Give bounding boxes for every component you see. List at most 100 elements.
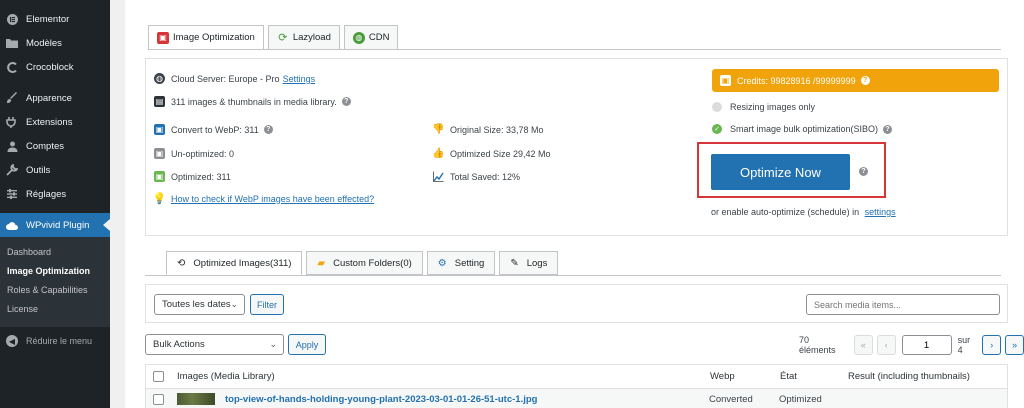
help-icon[interactable]: ? [341,97,351,106]
column-header-webp: Webp [710,371,735,382]
sidebar-item-label: Comptes [26,140,65,152]
help-icon[interactable]: ? [860,76,870,85]
globe-icon: ◍ [352,31,365,44]
sidebar-item-modeles[interactable]: Modèles [0,31,110,55]
chevron-down-icon: ⌄ [230,299,238,309]
sidebar-item-label: Crocoblock [26,61,74,73]
table-header: Images (Media Library) Webp État Result … [146,365,1007,389]
current-page-input[interactable] [901,335,952,355]
sidebar-item-comptes[interactable]: Comptes [0,134,110,158]
globe-icon: ◍ [154,73,165,84]
sidebar-item-crocoblock[interactable]: Crocoblock [0,55,110,79]
last-page-button[interactable]: » [1005,335,1024,355]
search-input[interactable] [806,294,1000,315]
sidebar-item-outils[interactable]: Outils [0,158,110,182]
sidebar-item-wpvivid[interactable]: WPvivid Plugin [0,213,110,237]
tab-label: Custom Folders(0) [333,257,412,269]
settings-link[interactable]: Settings [283,74,316,84]
folder-icon: ▰ [317,257,326,269]
total-saved-text: Total Saved: 12% [450,171,521,182]
submenu-image-optimization[interactable]: Image Optimization [0,262,110,281]
date-filter-select[interactable]: Toutes les dates ⌄ [154,294,245,315]
apply-button[interactable]: Apply [288,334,326,355]
resizing-option[interactable]: Resizing images only [712,102,815,112]
original-size-row: 👎 Original Size: 33,78 Mo [432,124,543,135]
file-name-link[interactable]: top-view-of-hands-holding-young-plant-20… [225,394,709,405]
prev-page-button[interactable]: ‹ [876,335,896,355]
cloud-server-text: Cloud Server: Europe - Pro [171,73,280,84]
image-optimization-icon: ▣ [157,31,169,44]
submenu-roles-capabilities[interactable]: Roles & Capabilities [0,281,110,300]
plugin-icon [6,116,18,128]
refresh-icon: ⟳ [278,32,288,44]
tab-custom-folders[interactable]: ▰ Custom Folders(0) [306,251,423,275]
user-icon [6,140,18,152]
filter-button[interactable]: Filter [250,294,284,315]
tab-lazyload[interactable]: ⟳ Lazyload [267,25,340,50]
unoptimized-icon: ▣ [154,148,165,159]
sidebar-item-apparence[interactable]: Apparence [0,86,110,110]
sidebar-item-extensions[interactable]: Extensions [0,110,110,134]
column-header-images: Images (Media Library) [177,371,275,382]
collapse-arrow-icon: ◀ [6,335,18,347]
sidebar-item-label: Apparence [26,92,72,104]
media-table: Images (Media Library) Webp État Result … [145,364,1008,408]
sibo-option[interactable]: ✓ Smart image bulk optimization(SIBO) ? [712,124,893,134]
state-status: Optimized [779,393,822,405]
select-all-checkbox[interactable] [153,371,164,382]
credits-banner: ▣ Credits: 99828916 /99999999 ? [712,69,999,92]
gear-icon: ⚙ [437,257,447,269]
collapse-menu-label: Réduire le menu [26,336,93,346]
tab-setting[interactable]: ⚙ Setting [426,251,496,275]
crocoblock-icon [6,61,18,73]
bulk-actions-select[interactable]: Bulk Actions ⌄ [145,334,284,355]
webp-row: ▣ Convert to WebP: 311 ? [154,124,273,135]
page-total: sur 4 [957,335,971,355]
elementor-icon [6,13,18,25]
total-saved-row: Total Saved: 12% [433,171,520,182]
thumbs-up-icon: 👍 [432,148,445,159]
submenu-license[interactable]: License [0,300,110,319]
sidebar-item-label: Réglages [26,188,67,200]
unoptimized-row: ▣ Un-optimized: 0 [154,148,234,159]
optimized-size-text: Optimized Size 29,42 Mo [450,148,551,159]
folder-icon [6,37,18,49]
sibo-label: Smart image bulk optimization(SIBO) [730,124,879,134]
first-page-button[interactable]: « [853,335,873,355]
webp-check-link[interactable]: How to check if WebP images have been ef… [171,194,374,204]
column-header-result: Result (including thumbnails) [848,371,970,382]
optimize-now-button[interactable]: Optimize Now [711,154,850,190]
tab-optimized-images[interactable]: ⟲ Optimized Images(311) [166,251,303,275]
thumbs-down-icon: 👎 [432,124,445,135]
schedule-settings-link[interactable]: settings [865,207,896,217]
row-checkbox[interactable] [153,393,164,405]
sidebar-item-label: Modèles [26,37,62,49]
top-tabs: ▣ Image Optimization ⟳ Lazyload ◍ CDN [148,25,399,50]
schedule-text: or enable auto-optimize (schedule) in se… [711,207,896,217]
images-icon: ▤ [154,96,165,107]
help-icon[interactable]: ? [883,124,893,134]
submenu-dashboard[interactable]: Dashboard [0,243,110,262]
sidebar-item-label: WPvivid Plugin [26,219,90,231]
optimized-size-row: 👍 Optimized Size 29,42 Mo [432,148,551,159]
tab-image-optimization[interactable]: ▣ Image Optimization [148,25,264,50]
collapse-menu-button[interactable]: ◀ Réduire le menu [0,327,110,355]
pagination: 70 éléments « ‹ sur 4 › » [799,335,1024,355]
webp-status: Converted [709,393,753,405]
next-page-button[interactable]: › [982,335,1002,355]
credits-text: Credits: 99828916 /99999999 [737,75,856,86]
help-icon[interactable]: ? [263,125,273,134]
tab-label: Optimized Images(311) [193,257,292,269]
webp-icon: ▣ [154,124,165,135]
tab-logs[interactable]: ✎ Logs [499,251,559,275]
tab-cdn[interactable]: ◍ CDN [343,25,399,50]
admin-sidebar: Elementor Modèles Crocoblock Apparence E… [0,0,110,408]
sidebar-item-reglages[interactable]: Réglages [0,182,110,206]
cloud-server-row: ◍ Cloud Server: Europe - Pro Settings [154,73,315,84]
tab-label: CDN [368,32,390,43]
tab-label: Image Optimization [173,32,255,43]
wrench-icon [6,164,18,176]
optimized-text: Optimized: 311 [171,171,231,182]
sidebar-item-elementor[interactable]: Elementor [0,7,110,31]
help-icon[interactable]: ? [859,167,868,176]
